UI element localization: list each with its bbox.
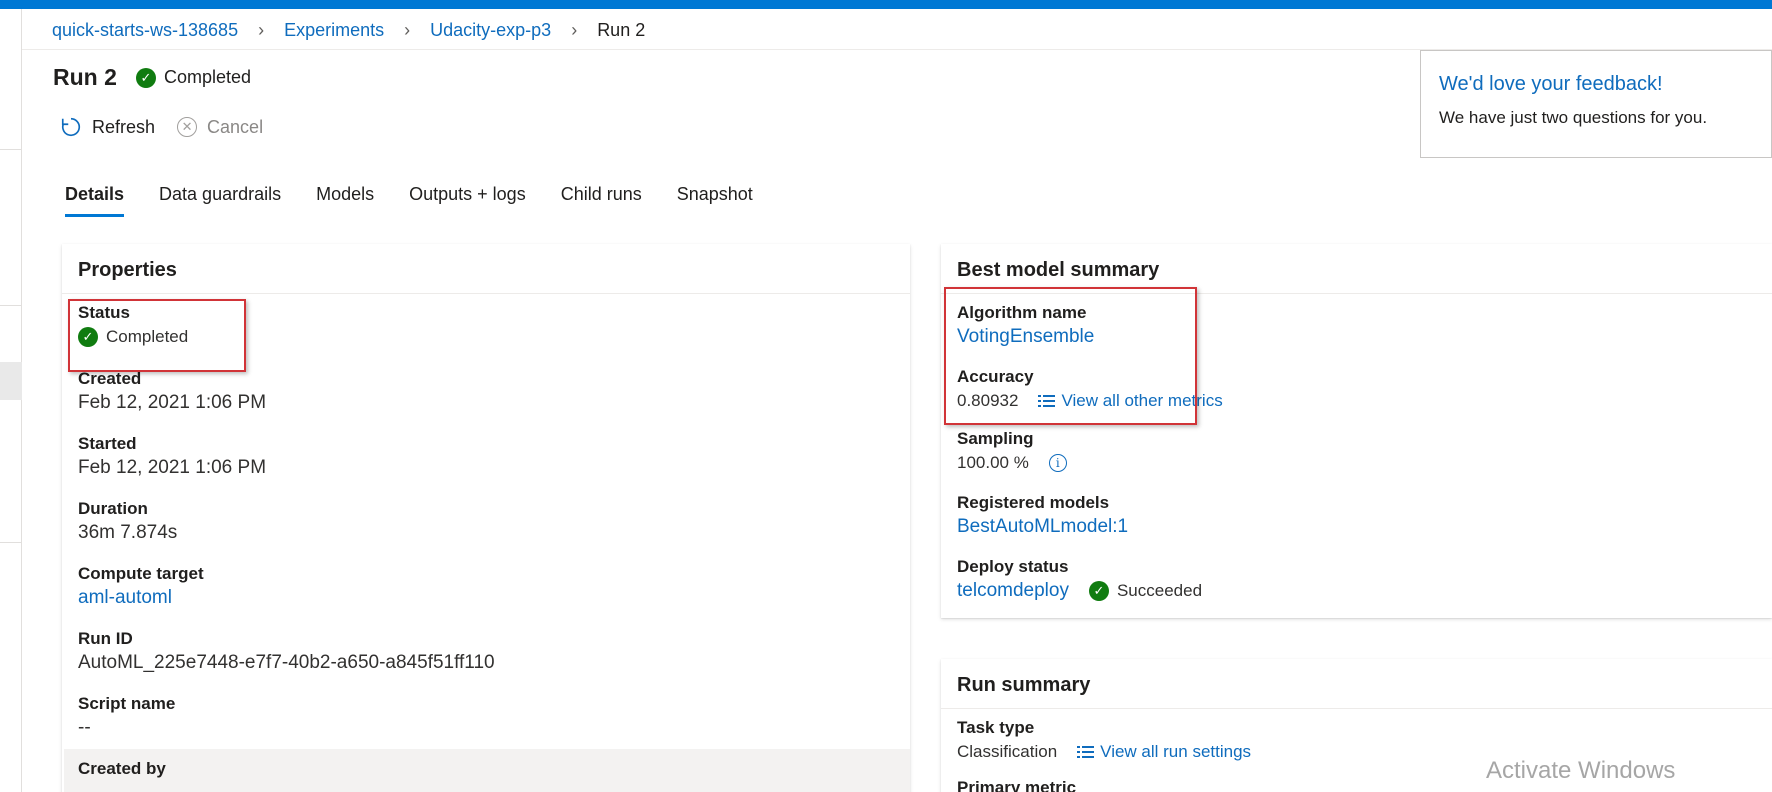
tab-list: Details Data guardrails Models Outputs +… — [65, 184, 788, 217]
prop-script-name: Script name -- — [78, 693, 175, 741]
started-label: Started — [78, 434, 137, 453]
info-icon[interactable]: i — [1048, 454, 1067, 472]
rail-divider — [0, 305, 22, 306]
prop-task-type: Task type Classification View all run se… — [957, 717, 1251, 765]
page-title: Run 2 — [53, 64, 117, 90]
registered-label: Registered models — [957, 493, 1110, 512]
command-bar: Refresh ✕ Cancel — [60, 116, 285, 138]
compute-target-link[interactable]: aml-automl — [78, 585, 204, 611]
chevron-right-icon: › — [571, 19, 578, 40]
feedback-panel: We'd love your feedback! We have just tw… — [1420, 50, 1772, 158]
task-label: Task type — [957, 718, 1035, 737]
list-icon — [1077, 745, 1095, 759]
compute-label: Compute target — [78, 564, 204, 583]
breadcrumb-workspace[interactable]: quick-starts-ws-138685 — [52, 20, 238, 41]
tab-data-guardrails[interactable]: Data guardrails — [159, 184, 281, 217]
task-row: Classification View all run settings — [957, 739, 1251, 765]
breadcrumb-current: Run 2 — [597, 19, 646, 40]
primary-label: Primary metric — [957, 778, 1077, 792]
deployment-link[interactable]: telcomdeploy — [957, 578, 1069, 604]
runid-label: Run ID — [78, 629, 133, 648]
prop-compute-target: Compute target aml-automl — [78, 563, 204, 611]
check-circle-icon: ✓ — [136, 67, 156, 88]
prop-registered-models: Registered models BestAutoMLmodel:1 — [957, 492, 1128, 540]
feedback-body: We have just two questions for you. — [1439, 108, 1708, 127]
refresh-label: Refresh — [92, 116, 156, 137]
prop-sampling: Sampling 100.00 % i — [957, 428, 1067, 476]
rail-divider — [0, 149, 22, 150]
activate-windows-watermark: Activate Windows — [1486, 757, 1676, 784]
view-run-settings-link[interactable]: View all run settings — [1100, 739, 1251, 765]
prop-deploy-status: Deploy status telcomdeploy ✓ Succeeded — [957, 556, 1202, 604]
status-text: Completed — [164, 67, 252, 87]
left-nav-rail — [0, 9, 22, 792]
tab-snapshot[interactable]: Snapshot — [677, 184, 753, 217]
rail-divider — [0, 542, 22, 543]
sampling-row: 100.00 % i — [957, 450, 1067, 476]
deploy-status-value: Succeeded — [1116, 581, 1203, 600]
createdby-label: Created by — [78, 759, 166, 778]
runid-value: AutoML_225e7448-e7f7-40b2-a650-a845f51ff… — [78, 652, 495, 673]
tab-models[interactable]: Models — [316, 184, 374, 217]
cancel-icon: ✕ — [177, 117, 198, 137]
check-circle-icon: ✓ — [1088, 581, 1109, 601]
deploy-label: Deploy status — [957, 557, 1069, 576]
registered-model-link[interactable]: BestAutoMLmodel:1 — [957, 514, 1128, 540]
deploy-row: telcomdeploy ✓ Succeeded — [957, 578, 1202, 604]
highlight-box-status — [68, 299, 246, 372]
feedback-title[interactable]: We'd love your feedback! — [1439, 73, 1753, 96]
refresh-icon — [61, 117, 81, 137]
created-value: Feb 12, 2021 1:06 PM — [78, 392, 267, 413]
task-value: Classification — [957, 742, 1058, 761]
script-label: Script name — [78, 694, 176, 713]
tab-details[interactable]: Details — [65, 184, 125, 217]
prop-duration: Duration 36m 7.874s — [78, 498, 177, 546]
properties-title: Properties — [62, 244, 910, 294]
breadcrumb: quick-starts-ws-138685 › Experiments › U… — [52, 18, 645, 42]
script-value: -- — [78, 717, 91, 738]
rail-selected-item[interactable] — [0, 362, 22, 400]
duration-value: 36m 7.874s — [78, 522, 178, 543]
chevron-right-icon: › — [258, 19, 265, 40]
duration-label: Duration — [78, 499, 148, 518]
prop-primary-metric: Primary metric — [957, 777, 1076, 792]
breadcrumb-experiment[interactable]: Udacity-exp-p3 — [430, 20, 551, 41]
prop-started: Started Feb 12, 2021 1:06 PM — [78, 433, 266, 481]
run-summary-title: Run summary — [941, 659, 1772, 709]
refresh-button[interactable]: Refresh — [60, 116, 155, 138]
breadcrumb-experiments[interactable]: Experiments — [284, 20, 384, 41]
cancel-label: Cancel — [207, 116, 264, 137]
tab-outputs-logs[interactable]: Outputs + logs — [409, 184, 526, 217]
chevron-right-icon: › — [404, 19, 411, 40]
prop-created: Created Feb 12, 2021 1:06 PM — [78, 368, 266, 416]
sampling-value: 100.00 % — [957, 453, 1029, 472]
prop-created-by: Created by — [78, 758, 166, 780]
status-badge: ✓ Completed — [136, 67, 251, 88]
row-hover-highlight — [64, 749, 910, 792]
cancel-button[interactable]: ✕ Cancel — [177, 117, 263, 138]
prop-run-id: Run ID AutoML_225e7448-e7f7-40b2-a650-a8… — [78, 628, 495, 676]
tab-child-runs[interactable]: Child runs — [561, 184, 642, 217]
top-accent-bar — [0, 0, 1772, 9]
started-value: Feb 12, 2021 1:06 PM — [78, 457, 267, 478]
sampling-label: Sampling — [957, 429, 1034, 448]
highlight-box-best-model — [944, 287, 1197, 425]
